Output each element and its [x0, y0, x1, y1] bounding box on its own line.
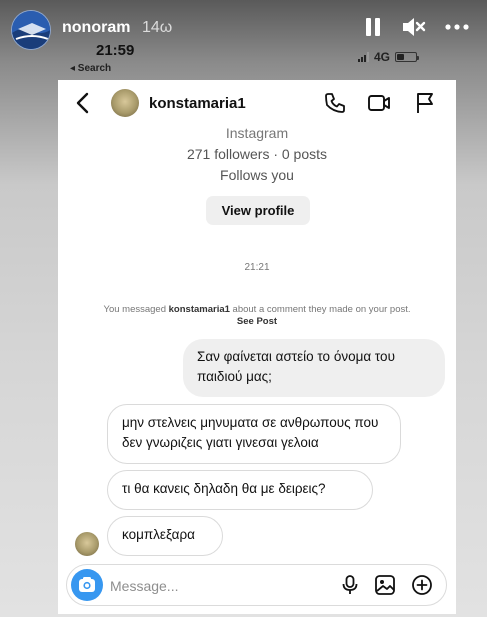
image-icon[interactable] — [374, 574, 396, 596]
system-notice: You messaged konstamaria1 about a commen… — [58, 304, 456, 328]
contact-name[interactable]: konstamaria1 — [149, 95, 246, 112]
back-to-search[interactable]: ◂ Search — [70, 63, 111, 74]
sender-avatar[interactable] — [75, 532, 99, 556]
message-bubble-incoming[interactable]: κομπλεξαρα — [107, 516, 223, 556]
message-timestamp: 21:21 — [244, 262, 270, 273]
message-input[interactable] — [110, 576, 320, 596]
microphone-icon[interactable] — [339, 574, 361, 596]
message-bubble-incoming[interactable]: μην στελνεις μηνυματα σε ανθρωπους που δ… — [107, 404, 401, 464]
message-bubble-outgoing[interactable]: Σαν φαίνεται αστείο το όνομα του παιδιού… — [183, 339, 445, 397]
profile-platform: Instagram — [225, 125, 289, 141]
see-post-link[interactable]: See Post — [237, 316, 277, 327]
avatar-image — [12, 11, 50, 49]
plus-circle-icon[interactable] — [411, 574, 433, 596]
notice-user[interactable]: konstamaria1 — [169, 304, 230, 315]
profile-relation: Follows you — [220, 167, 294, 183]
story-avatar[interactable] — [11, 10, 51, 50]
speaker-muted-icon[interactable] — [400, 14, 426, 40]
more-horizontal-icon[interactable] — [444, 14, 470, 40]
video-camera-icon[interactable] — [367, 91, 391, 115]
status-indicators: 4G — [358, 50, 420, 64]
view-profile-button[interactable]: View profile — [206, 196, 310, 225]
notice-prefix: You messaged — [103, 304, 169, 315]
camera-button[interactable] — [71, 569, 103, 601]
profile-stats: 271 followers · 0 posts — [186, 146, 328, 162]
signal-icon — [358, 52, 369, 62]
story-time-ago: 14ω — [142, 19, 173, 36]
phone-icon[interactable] — [323, 91, 347, 115]
camera-icon — [79, 577, 95, 592]
notice-middle: about a comment they made on your post. — [229, 304, 411, 315]
pause-icon[interactable] — [360, 14, 386, 40]
contact-avatar[interactable] — [111, 89, 139, 117]
battery-icon — [395, 52, 420, 62]
status-time: 21:59 — [96, 42, 135, 59]
back-chevron-icon[interactable] — [72, 91, 94, 115]
message-bubble-incoming[interactable]: τι θα κανεις δηλαδη θα με δειρεις? — [107, 470, 373, 510]
flag-icon[interactable] — [413, 91, 437, 115]
story-username[interactable]: nonoram — [62, 19, 130, 37]
network-label: 4G — [374, 50, 391, 64]
